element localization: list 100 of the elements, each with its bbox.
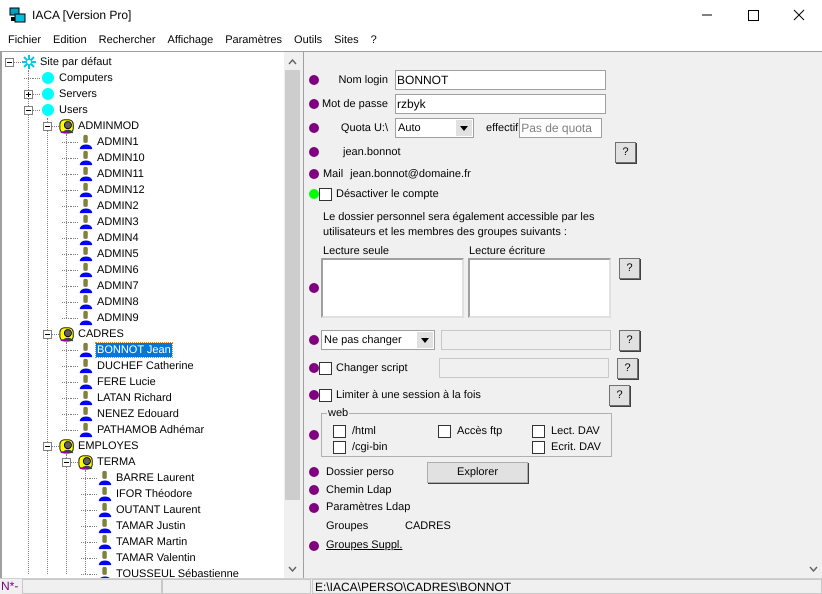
- collapse-icon[interactable]: [24, 106, 33, 114]
- collapse-icon[interactable]: [62, 458, 71, 466]
- tree-item[interactable]: BONNOT Jean: [96, 343, 172, 357]
- checkbox-label: /cgi-bin: [352, 440, 388, 455]
- tree-item[interactable]: Servers: [58, 87, 98, 101]
- tree-item[interactable]: NENEZ Edouard: [96, 407, 180, 421]
- menu-item[interactable]: Affichage: [162, 32, 220, 49]
- tree-item[interactable]: TAMAR Martin: [115, 535, 188, 549]
- tree-item[interactable]: ADMIN4: [96, 231, 140, 245]
- checkbox[interactable]: [532, 441, 545, 454]
- user-icon: [78, 150, 94, 166]
- field-label: Nom login: [337, 72, 389, 88]
- tree-item[interactable]: OUTANT Laurent: [115, 503, 202, 517]
- tree-item[interactable]: EMPLOYES: [77, 439, 140, 453]
- tree-item[interactable]: PATHAMOB Adhémar: [96, 423, 206, 437]
- user-icon: [78, 310, 94, 326]
- list-box[interactable]: [468, 258, 611, 318]
- checkbox[interactable]: [319, 388, 332, 402]
- user-icon: [97, 502, 113, 518]
- checkbox-label: Lect. DAV: [551, 424, 600, 439]
- tree-item[interactable]: ADMIN8: [96, 295, 140, 309]
- tree-item[interactable]: TAMAR Valentin: [115, 551, 197, 565]
- user-icon: [78, 358, 94, 374]
- tree-item[interactable]: LATAN Richard: [96, 391, 173, 405]
- tree-item[interactable]: Site par défaut: [39, 55, 113, 69]
- text-field[interactable]: Pas de quota: [519, 118, 602, 138]
- user-icon: [78, 214, 94, 230]
- help-button[interactable]: ?: [615, 142, 636, 162]
- checkbox[interactable]: [438, 425, 451, 438]
- tree-item[interactable]: ADMIN10: [96, 151, 146, 165]
- tree-item[interactable]: IFOR Théodore: [115, 487, 194, 501]
- user-icon: [97, 550, 113, 566]
- tree-item[interactable]: ADMIN11: [96, 167, 145, 181]
- menu-item[interactable]: ?: [364, 32, 383, 49]
- checkbox[interactable]: [319, 362, 332, 374]
- user-icon: [97, 486, 113, 502]
- menu-item[interactable]: Edition: [47, 32, 93, 49]
- tree-item[interactable]: Computers: [58, 71, 114, 85]
- app-icon: [9, 7, 26, 23]
- collapse-icon[interactable]: [5, 58, 14, 66]
- tree-item[interactable]: TOUSSEUL Sébastienne: [115, 567, 240, 578]
- checkbox-label: Limiter à une session à la fois: [336, 388, 482, 403]
- checkbox[interactable]: [532, 425, 545, 438]
- tree-item[interactable]: ADMIN2: [96, 199, 140, 213]
- menu-item[interactable]: Sites: [328, 32, 365, 49]
- list-box[interactable]: [321, 258, 464, 318]
- explorer-button[interactable]: Explorer: [427, 462, 528, 482]
- collapse-icon[interactable]: [43, 330, 52, 338]
- checkbox-label: Changer script: [336, 360, 409, 376]
- status-path: E:\IACA\PERSO\CADRES\BONNOT: [312, 579, 822, 594]
- help-button[interactable]: ?: [609, 384, 630, 406]
- tree-item[interactable]: ADMINMOD: [77, 119, 140, 133]
- checkbox[interactable]: [319, 188, 332, 200]
- menu-item[interactable]: Rechercher: [92, 32, 162, 49]
- account-name: jean.bonnot: [343, 144, 402, 160]
- groups-link[interactable]: Groupes Suppl.: [326, 537, 402, 554]
- tree-item[interactable]: TAMAR Justin: [115, 519, 186, 533]
- tree-item[interactable]: ADMIN3: [96, 215, 140, 229]
- field-label: Quota U:\: [340, 120, 389, 136]
- checkbox[interactable]: [333, 425, 346, 438]
- scroll-thumb[interactable]: [285, 70, 300, 500]
- menu-item[interactable]: Paramètres: [219, 32, 288, 49]
- dropdown[interactable]: Ne pas changer: [321, 330, 435, 350]
- tree-item[interactable]: ADMIN6: [96, 263, 140, 277]
- scroll-down-icon[interactable]: [809, 566, 818, 572]
- tree-item[interactable]: DUCHEF Catherine: [96, 359, 195, 373]
- collapse-icon[interactable]: [43, 442, 52, 450]
- tree-item[interactable]: BARRE Laurent: [115, 471, 196, 485]
- tree-item[interactable]: TERMA: [96, 455, 136, 469]
- text-field[interactable]: rzbyk: [395, 94, 606, 114]
- tree-item[interactable]: Users: [58, 103, 89, 117]
- tree-item[interactable]: FERE Lucie: [96, 375, 157, 389]
- text-field[interactable]: BONNOT: [395, 70, 606, 90]
- checkbox[interactable]: [333, 441, 346, 454]
- group-icon: [59, 326, 75, 342]
- scroll-up-icon[interactable]: [288, 59, 297, 65]
- tree-item[interactable]: ADMIN9: [96, 311, 140, 325]
- checkbox-label: /html: [352, 424, 376, 439]
- user-icon: [78, 294, 94, 310]
- scroll-down-icon[interactable]: [288, 566, 297, 572]
- help-button[interactable]: ?: [619, 330, 640, 350]
- menu-item[interactable]: Fichier: [2, 32, 48, 49]
- tree-item[interactable]: ADMIN1: [96, 135, 140, 149]
- user-icon: [78, 134, 94, 150]
- field-label: Chemin Ldap: [326, 482, 392, 498]
- collapse-icon[interactable]: [43, 122, 52, 130]
- help-button[interactable]: ?: [617, 358, 638, 378]
- user-icon: [78, 422, 94, 438]
- menu-item[interactable]: Outils: [288, 32, 328, 49]
- text-field[interactable]: [441, 330, 611, 350]
- tree-item[interactable]: ADMIN7: [96, 279, 140, 293]
- tree-item[interactable]: CADRES: [77, 327, 125, 341]
- scrollbar[interactable]: [284, 52, 301, 578]
- tree-item[interactable]: ADMIN5: [96, 247, 140, 261]
- text-field[interactable]: [439, 358, 609, 378]
- dropdown[interactable]: Auto: [395, 118, 474, 138]
- help-button[interactable]: ?: [619, 258, 640, 279]
- expand-icon[interactable]: [24, 90, 33, 98]
- tree-item[interactable]: ADMIN12: [96, 183, 146, 197]
- user-icon: [78, 406, 94, 422]
